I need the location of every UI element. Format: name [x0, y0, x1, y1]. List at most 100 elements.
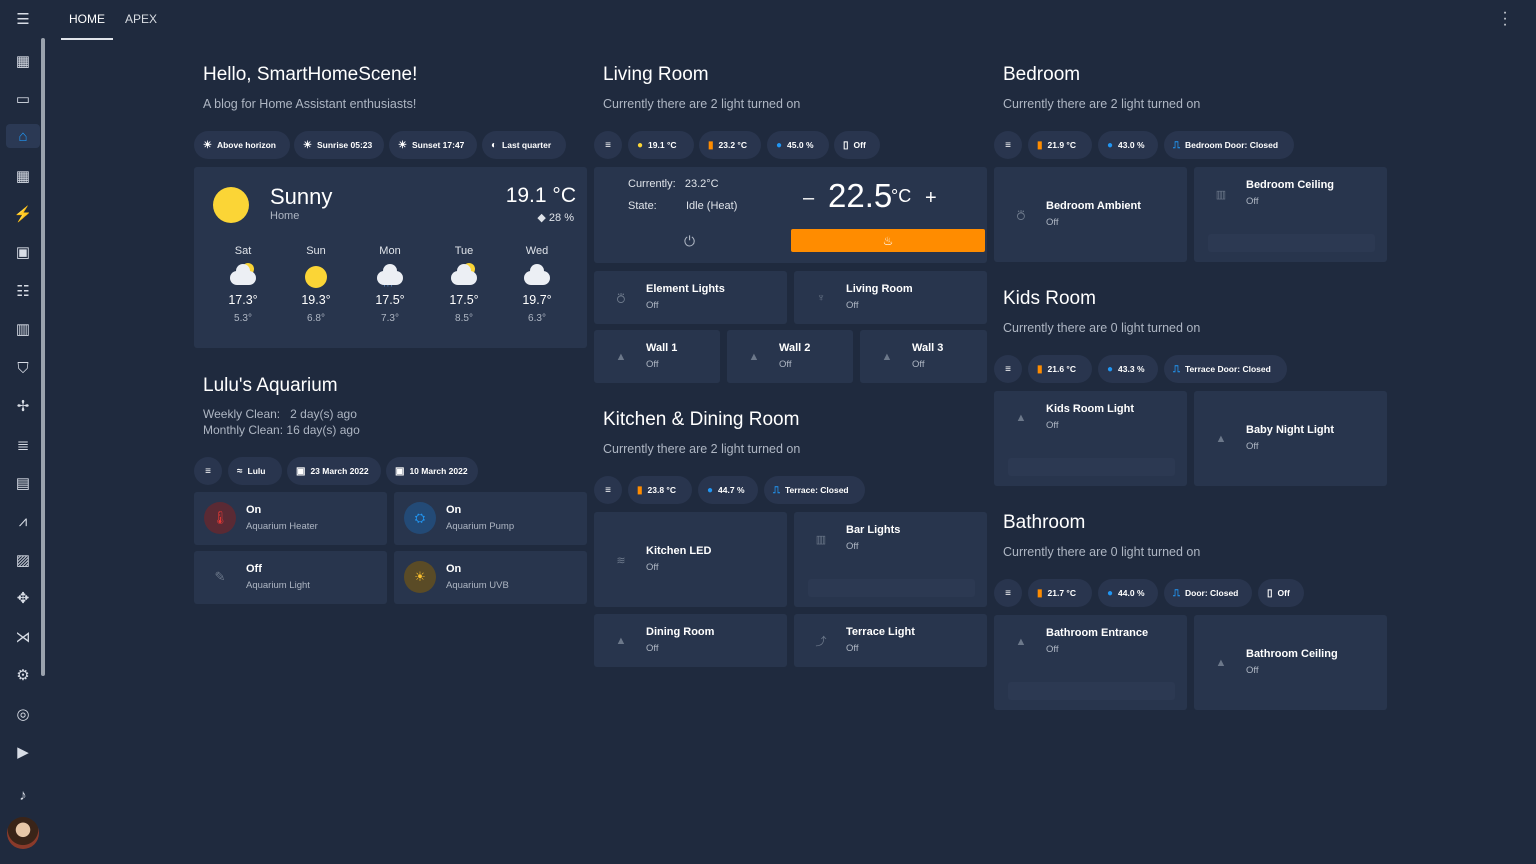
kids-menu-chip[interactable]: ≡: [994, 355, 1022, 383]
power-icon[interactable]: ⏻: [684, 233, 695, 250]
dashboard-icon[interactable]: ▦: [11, 164, 35, 188]
settings-icon[interactable]: ⚙: [11, 663, 35, 687]
sidebar-scrollbar[interactable]: [41, 38, 45, 676]
sunset-chip[interactable]: ☀ Sunset 17:47: [389, 131, 477, 159]
aquarium-pump-tile[interactable]: ⛭ On Aquarium Pump: [394, 492, 587, 545]
thermometer-icon: ▮: [637, 484, 643, 496]
target-unit: °C: [891, 186, 912, 206]
menu-icon[interactable]: ☰: [11, 7, 35, 31]
top-bar: HOME APEX · · ·: [46, 0, 1536, 40]
ceiling-light-icon: ▲: [1015, 412, 1027, 424]
bedroom-menu-chip[interactable]: ≡: [994, 131, 1022, 159]
living-humidity-chip[interactable]: ● 45.0 %: [767, 131, 829, 159]
shield-icon[interactable]: ⛉: [11, 356, 35, 380]
light-tile[interactable]: ▥ Bar Lights Off: [794, 512, 987, 607]
brightness-slider[interactable]: [1008, 682, 1175, 700]
outdoor-temp-chip[interactable]: ● 19.1 °C: [628, 131, 694, 159]
bathroom-door-chip[interactable]: ⎍ Door: Closed: [1164, 579, 1252, 607]
weekly-date-chip[interactable]: ▣ 23 March 2022: [287, 457, 381, 485]
aquarium-menu-chip[interactable]: ≡: [194, 457, 222, 485]
heat-mode-button[interactable]: ♨: [791, 229, 985, 252]
sunny-icon: [305, 266, 327, 288]
aquarium-light-tile[interactable]: ✎ Off Aquarium Light: [194, 551, 387, 604]
media-icon[interactable]: ▶: [11, 740, 35, 764]
home-dashboard-icon[interactable]: ⌂: [6, 124, 40, 148]
more-options-icon[interactable]: · · ·: [1500, 5, 1510, 33]
increase-button[interactable]: +: [925, 187, 937, 210]
living-menu-chip[interactable]: ≡: [594, 131, 622, 159]
aquarium-heater-tile[interactable]: 🌡 On Aquarium Heater: [194, 492, 387, 545]
light-tile[interactable]: ♆ Living Room Off: [794, 271, 987, 324]
bathroom-humidity-chip[interactable]: ● 44.0 %: [1098, 579, 1158, 607]
bedroom-humidity-chip[interactable]: ● 43.0 %: [1098, 131, 1158, 159]
light-tile[interactable]: ⛣ Bedroom Ambient Off: [994, 167, 1187, 262]
bathroom-menu-chip[interactable]: ≡: [994, 579, 1022, 607]
light-tile[interactable]: ⤴ Terrace Light Off: [794, 614, 987, 667]
light-tile[interactable]: ≋ Kitchen LED Off: [594, 512, 787, 607]
rack-icon[interactable]: ▤: [11, 471, 35, 495]
light-tile[interactable]: ▲ Wall 1 Off: [594, 330, 720, 383]
sunrise-chip[interactable]: ☀ Sunrise 05:23: [294, 131, 384, 159]
monthly-date-chip[interactable]: ▣ 10 March 2022: [386, 457, 478, 485]
bedroom-door-chip[interactable]: ⎍ Bedroom Door: Closed: [1164, 131, 1294, 159]
light-tile[interactable]: ⛣ Element Lights Off: [594, 271, 787, 324]
pump-icon: ⛭: [404, 502, 436, 534]
puzzle-icon[interactable]: ✥: [11, 586, 35, 610]
tab-home[interactable]: HOME: [61, 0, 113, 40]
sun-state-chip[interactable]: ☀ Above horizon: [194, 131, 290, 159]
living-switch-chip[interactable]: ▯ Off: [834, 131, 880, 159]
light-tile[interactable]: ▲ Bathroom Entrance Off: [994, 615, 1187, 710]
server-icon[interactable]: ≣: [11, 433, 35, 457]
sidebar: ☰ ▦ ▭ ⌂ ▦ ⚡ ▣ ☷ ▥ ⛉ ✢ ≣ ▤ ⩘ ▨ ✥ ⋊ ⚙ ◎ ▶ …: [0, 0, 46, 864]
bathroom-switch-chip[interactable]: ▯ Off: [1258, 579, 1304, 607]
light-tile[interactable]: ▲ Dining Room Off: [594, 614, 787, 667]
brightness-slider[interactable]: [1008, 458, 1175, 476]
kitchen-subtitle: Currently there are 2 light turned on: [603, 442, 801, 456]
lulu-chip[interactable]: ≈ Lulu: [228, 457, 282, 485]
thermometer-icon: ▮: [708, 139, 714, 151]
avatar[interactable]: [7, 817, 39, 849]
kitchen-menu-chip[interactable]: ≡: [594, 476, 622, 504]
monitor-icon[interactable]: ▭: [11, 87, 35, 111]
compass-icon[interactable]: ◎: [11, 702, 35, 726]
terrace-door-chip[interactable]: ⎍ Terrace: Closed: [764, 476, 865, 504]
kitchen-temp-chip[interactable]: ▮ 23.8 °C: [628, 476, 692, 504]
light-tile[interactable]: ▲ Kids Room Light Off: [994, 391, 1187, 486]
bathroom-title: Bathroom: [1003, 512, 1086, 533]
energy-icon[interactable]: ⚡: [11, 202, 35, 226]
drop-icon: ●: [707, 484, 714, 496]
history-icon[interactable]: ⩘: [11, 509, 35, 533]
fan-icon[interactable]: ✢: [11, 394, 35, 418]
fish-icon: ≈: [237, 465, 243, 477]
brightness-slider[interactable]: [808, 579, 975, 597]
door-icon: ⎍: [1173, 139, 1180, 151]
uv-sun-icon: ☀: [404, 561, 436, 593]
vscode-icon[interactable]: ⋊: [11, 625, 35, 649]
light-tile[interactable]: ▲ Baby Night Light Off: [1194, 391, 1387, 486]
list-icon[interactable]: ☷: [11, 279, 35, 303]
bell-icon[interactable]: ♪: [11, 783, 35, 807]
badge-icon[interactable]: ▣: [11, 240, 35, 264]
kitchen-humidity-chip[interactable]: ● 44.7 %: [698, 476, 758, 504]
bedroom-temp-chip[interactable]: ▮ 21.9 °C: [1028, 131, 1092, 159]
kids-humidity-chip[interactable]: ● 43.3 %: [1098, 355, 1158, 383]
logbook-icon[interactable]: ▨: [11, 548, 35, 572]
light-tile[interactable]: ▲ Bathroom Ceiling Off: [1194, 615, 1387, 710]
living-temp-chip[interactable]: ▮ 23.2 °C: [699, 131, 761, 159]
kids-temp-chip[interactable]: ▮ 21.6 °C: [1028, 355, 1092, 383]
brightness-slider[interactable]: [1208, 234, 1375, 252]
ceiling-light-icon: ▲: [1015, 636, 1027, 648]
bathroom-temp-chip[interactable]: ▮ 21.7 °C: [1028, 579, 1092, 607]
moon-phase-chip[interactable]: ◐ Last quarter: [482, 131, 566, 159]
light-tile[interactable]: ▲ Wall 2 Off: [727, 330, 853, 383]
light-tile[interactable]: ▲ Wall 3 Off: [860, 330, 987, 383]
aquarium-uvb-tile[interactable]: ☀ On Aquarium UVB: [394, 551, 587, 604]
kids-door-chip[interactable]: ⎍ Terrace Door: Closed: [1164, 355, 1287, 383]
tab-apex[interactable]: APEX: [121, 0, 161, 40]
decrease-button[interactable]: –: [803, 187, 814, 210]
light-tile[interactable]: ▥ Bedroom Ceiling Off: [1194, 167, 1387, 262]
weather-card[interactable]: Sunny Home 19.1 °C ◆ 28 % Sat 17.3° 5.3° S…: [194, 167, 587, 348]
overview-icon[interactable]: ▦: [11, 49, 35, 73]
aquarium-title: Lulu's Aquarium: [203, 375, 338, 396]
chart-icon[interactable]: ▥: [11, 317, 35, 341]
